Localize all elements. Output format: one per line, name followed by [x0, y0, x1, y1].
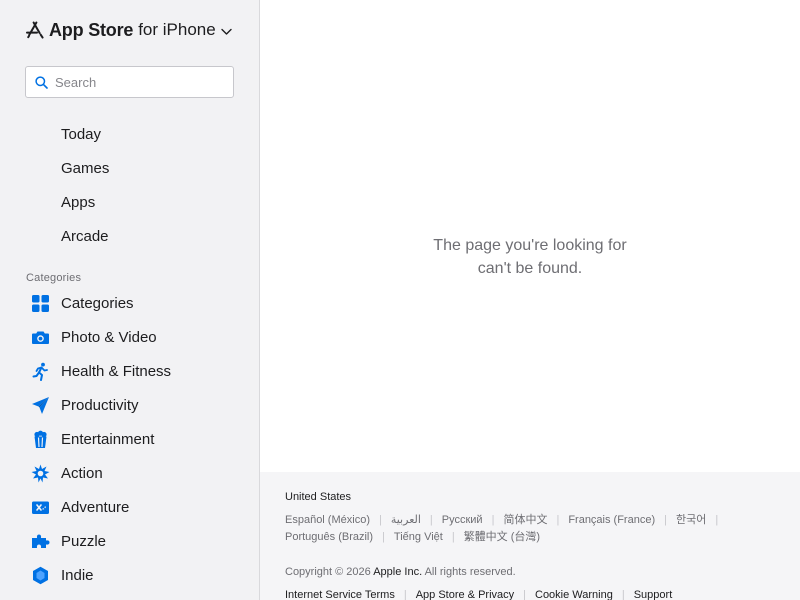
legal-links: Internet Service Terms | App Store & Priva…	[285, 589, 672, 600]
language-link[interactable]: العربية	[391, 512, 421, 529]
hexagon-gem-icon	[33, 566, 48, 585]
nav-item-label: Games	[61, 159, 110, 177]
category-item-productivity[interactable]: Productivity	[0, 388, 259, 422]
not-found-message: The page you're looking for can't be fou…	[260, 234, 800, 280]
separator: |	[403, 589, 407, 600]
separator: |	[378, 514, 382, 526]
category-label: Categories	[61, 294, 134, 312]
brand-header[interactable]: App Store for iPhone	[25, 18, 232, 42]
legal-link-support[interactable]: Support	[634, 589, 673, 600]
category-item-health-fitness[interactable]: Health & Fitness	[0, 354, 259, 388]
not-found-line-1: The page you're looking for	[433, 237, 627, 254]
copyright-prefix: Copyright © 2026	[285, 566, 371, 578]
search-icon	[35, 75, 48, 89]
search-input[interactable]	[55, 74, 225, 90]
category-label: Puzzle	[61, 532, 107, 550]
category-label: Entertainment	[61, 430, 155, 448]
language-link[interactable]: Tiếng Việt	[394, 529, 443, 546]
primary-nav: Today Games Apps Arcade	[0, 117, 259, 253]
separator: |	[382, 531, 385, 543]
main-content: The page you're looking for can't be fou…	[260, 0, 800, 472]
category-item-categories[interactable]: Categories	[0, 286, 259, 320]
not-found-line-2: can't be found.	[477, 260, 583, 277]
category-label: Photo & Video	[61, 328, 157, 346]
search-box[interactable]	[25, 66, 234, 98]
separator: |	[715, 514, 719, 526]
puzzle-piece-icon	[32, 534, 50, 548]
category-label: Adventure	[61, 498, 130, 516]
copyright: Copyright © 2026 Apple Inc. All rights r…	[285, 566, 516, 578]
language-link[interactable]: 繁體中文 (台灣)	[464, 529, 540, 546]
separator: |	[621, 589, 625, 600]
separator: |	[451, 531, 455, 543]
separator: |	[523, 589, 526, 600]
company-link[interactable]: Apple Inc.	[373, 566, 422, 578]
category-item-adventure[interactable]: Adventure	[0, 490, 259, 524]
language-link[interactable]: Русский	[442, 512, 483, 529]
popcorn-icon	[34, 430, 47, 448]
category-label: Health & Fitness	[61, 362, 172, 380]
language-link[interactable]: 简体中文	[503, 512, 547, 529]
category-label: Action	[61, 464, 103, 482]
category-item-action[interactable]: Action	[0, 456, 259, 490]
nav-item-today[interactable]: Today	[0, 117, 259, 151]
nav-item-label: Apps	[61, 193, 96, 211]
category-item-photo-video[interactable]: Photo & Video	[0, 320, 259, 354]
language-link[interactable]: Português (Brazil)	[285, 529, 373, 546]
category-item-puzzle[interactable]: Puzzle	[0, 524, 259, 558]
separator: |	[491, 514, 495, 526]
copyright-rights: All rights reserved.	[424, 566, 516, 578]
footer: United States Español (México) | العربية | Р…	[260, 472, 800, 600]
nav-item-games[interactable]: Games	[0, 151, 259, 185]
category-label: Productivity	[61, 396, 139, 414]
brand-subtitle: for iPhone	[138, 20, 216, 39]
sidebar: App Store for iPhone Today Games Apps Ar…	[0, 0, 260, 600]
category-item-entertainment[interactable]: Entertainment	[0, 422, 259, 456]
nav-item-arcade[interactable]: Arcade	[0, 219, 259, 253]
camera-icon	[32, 331, 49, 344]
legal-link-internet-service-terms[interactable]: Internet Service Terms	[285, 589, 395, 600]
running-person-icon	[32, 362, 48, 381]
language-list: Español (México) | العربية | Русский | 简体中文 | Fr…	[285, 512, 785, 546]
category-label: Indie	[61, 566, 94, 584]
chevron-down-icon[interactable]	[221, 28, 232, 36]
legal-link-app-store-privacy[interactable]: App Store & Privacy	[416, 589, 514, 600]
separator: |	[429, 514, 433, 526]
language-link[interactable]: Español (México)	[285, 512, 370, 529]
country-link[interactable]: United States	[285, 491, 351, 503]
grid-icon	[32, 295, 49, 312]
language-link[interactable]: Français (France)	[568, 512, 655, 529]
separator: |	[556, 514, 560, 526]
category-item-indie[interactable]: Indie	[0, 558, 259, 592]
brand-name: App Store	[49, 19, 134, 40]
categories-heading: Categories	[26, 272, 82, 284]
categories-nav: Categories Photo & Video Health & Fitnes…	[0, 286, 259, 592]
burst-icon	[31, 464, 50, 483]
nav-item-label: Arcade	[61, 227, 109, 245]
nav-item-label: Today	[61, 125, 102, 143]
language-link[interactable]: 한국어	[676, 512, 706, 529]
paper-plane-icon	[32, 397, 49, 414]
app-store-logo-icon	[26, 21, 44, 39]
separator: |	[664, 514, 667, 526]
legal-link-cookie-warning[interactable]: Cookie Warning	[535, 589, 613, 600]
treasure-map-icon	[32, 501, 49, 514]
nav-item-apps[interactable]: Apps	[0, 185, 259, 219]
